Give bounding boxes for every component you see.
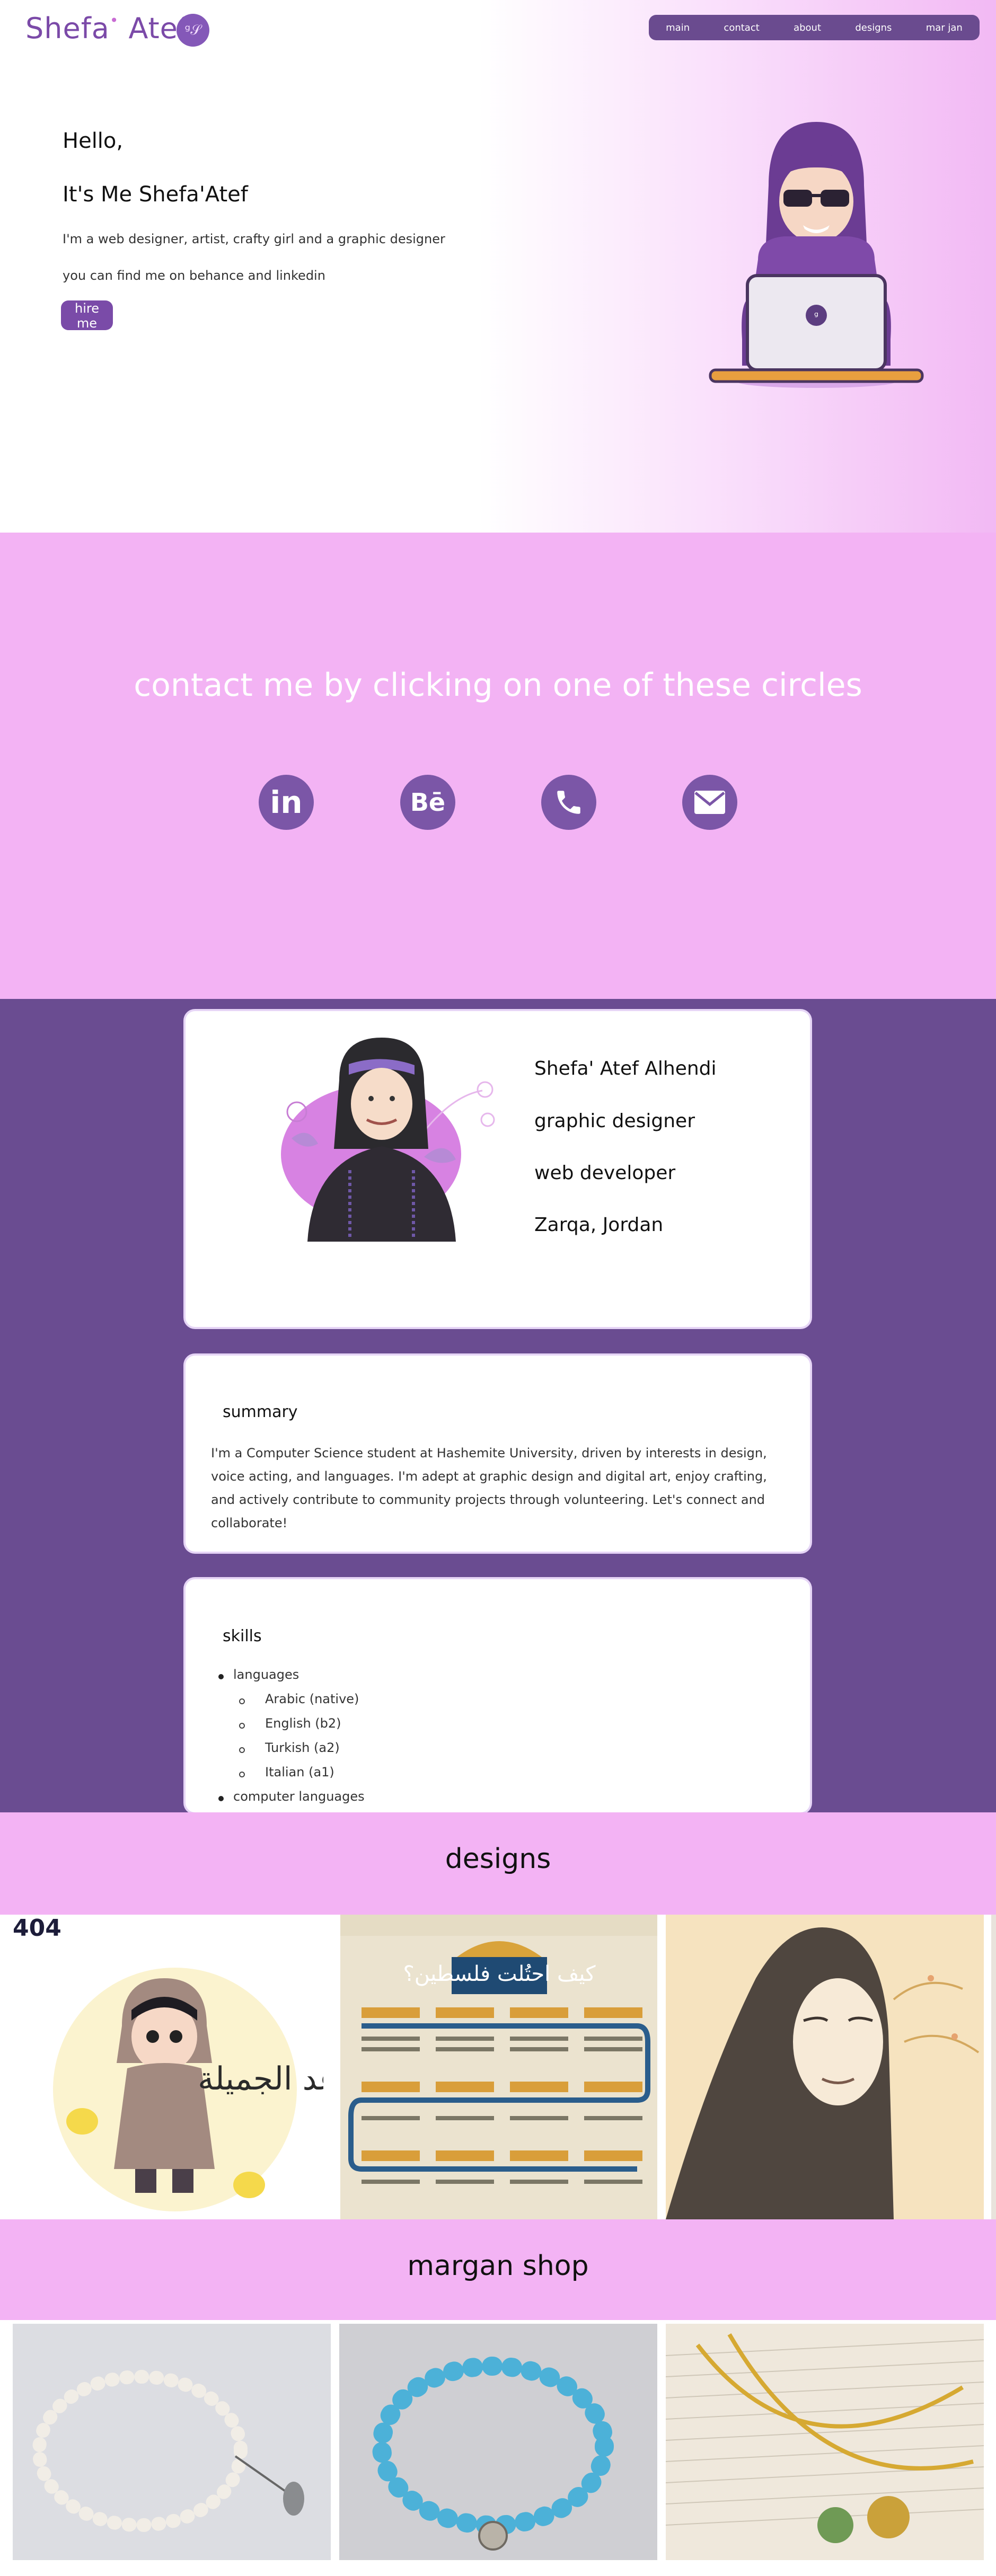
- summary-heading: summary: [223, 1403, 298, 1421]
- design-card-cartoon[interactable]: 404 وعد الجميلة: [0, 1915, 334, 2219]
- blue-bead-bracelet-image: [372, 2357, 614, 2551]
- contact-title: contact me by clicking on one of these c…: [134, 667, 862, 704]
- nav-about[interactable]: about: [794, 22, 821, 33]
- design-card-partial: [991, 1915, 996, 2219]
- palestine-infographic-image: كيف احتُلت فلسطين؟: [340, 1915, 657, 2184]
- logo-badge-icon: ᵍ𝒮: [177, 14, 209, 47]
- hero-greeting: Hello,: [63, 129, 124, 153]
- shop-title: margan shop: [407, 2250, 589, 2282]
- profile-avatar-illustration: [281, 1038, 495, 1242]
- hero-description: I'm a web designer, artist, crafty girl …: [63, 232, 445, 246]
- pearl-bracelet-image: [32, 2370, 304, 2532]
- design-card-portrait[interactable]: [666, 1915, 984, 2219]
- main-nav: main contact about designs mar jan: [649, 15, 980, 40]
- profile-role-graphic: graphic designer: [534, 1110, 695, 1132]
- laptop-girl-illustration: ᵍ: [709, 122, 924, 388]
- design-card-infographic[interactable]: كيف احتُلت فلسطين؟: [340, 1915, 657, 2219]
- bullet-icon: [218, 1796, 224, 1801]
- design-arabic-calligraphy: وعد الجميلة: [198, 2060, 323, 2097]
- skill-language-item: Turkish (a2): [265, 1740, 340, 1755]
- phone-button[interactable]: [541, 775, 596, 830]
- circle-bullet-icon: [239, 1747, 245, 1753]
- summary-text: I'm a Computer Science student at Hashem…: [211, 1446, 767, 1530]
- hero-name: It's Me Shefa'Atef: [63, 182, 248, 207]
- profile-full-name: Shefa' Atef Alhendi: [534, 1058, 717, 1079]
- skill-computer-label: computer languages: [233, 1789, 365, 1804]
- bullet-icon: [218, 1674, 224, 1679]
- svg-text:ᵍ: ᵍ: [814, 309, 818, 322]
- nav-designs[interactable]: designs: [855, 22, 892, 33]
- circle-bullet-icon: [239, 1723, 245, 1729]
- circle-bullet-icon: [239, 1772, 245, 1777]
- hire-me-button[interactable]: hire me: [61, 300, 113, 331]
- designs-title: designs: [445, 1843, 551, 1875]
- design-corner-label: 404: [13, 1915, 61, 1942]
- email-icon: [694, 791, 725, 814]
- shop-item-gold-necklace[interactable]: [666, 2324, 984, 2560]
- site-logo[interactable]: Shefa• Atef: [25, 12, 189, 45]
- contact-section: [0, 533, 996, 999]
- skill-language-item: Italian (a1): [265, 1765, 334, 1780]
- hijab-portrait-image: [666, 1927, 980, 2219]
- infographic-title: كيف احتُلت فلسطين؟: [403, 1962, 596, 1986]
- email-button[interactable]: [682, 775, 737, 830]
- skill-language-item: English (b2): [265, 1716, 341, 1731]
- shop-item-pearl-bracelet[interactable]: [13, 2324, 331, 2560]
- behance-icon: Bē: [410, 788, 446, 817]
- hero-section: Shefa• Atef ᵍ𝒮 main contact about design…: [0, 0, 996, 533]
- phone-icon: [557, 791, 580, 814]
- nav-main[interactable]: main: [666, 22, 690, 33]
- shop-item-blue-bracelet[interactable]: [339, 2324, 657, 2560]
- nav-contact[interactable]: contact: [724, 22, 759, 33]
- linkedin-button[interactable]: in: [259, 775, 314, 830]
- behance-button[interactable]: Bē: [400, 775, 455, 830]
- gold-necklace-image: [666, 2333, 984, 2543]
- skills-heading: skills: [223, 1627, 262, 1645]
- skill-languages-label: languages: [233, 1667, 299, 1682]
- profile-role-web: web developer: [534, 1162, 676, 1184]
- linkedin-icon: in: [270, 784, 303, 820]
- circle-bullet-icon: [239, 1698, 245, 1704]
- profile-location: Zarqa, Jordan: [534, 1214, 664, 1236]
- nav-marjan[interactable]: mar jan: [926, 22, 963, 33]
- skill-language-item: Arabic (native): [265, 1692, 359, 1706]
- hero-find-text: you can find me on behance and linkedin: [63, 268, 325, 283]
- cartoon-girl-image: وعد الجميلة: [53, 1968, 323, 2211]
